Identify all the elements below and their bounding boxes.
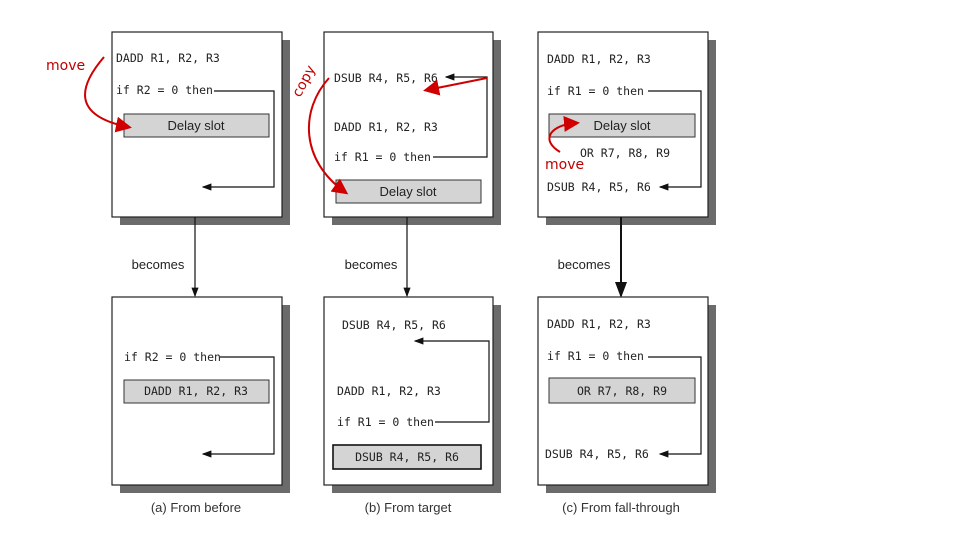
annotation-move: move: [545, 157, 584, 173]
delay-slot-label: Delay slot: [167, 118, 224, 133]
code-line: if R1 = 0 then: [547, 349, 644, 363]
delay-slot-label: DADD R1, R2, R3: [144, 384, 248, 398]
delay-slot-scheduling-diagram: DADD R1, R2, R3 if R2 = 0 then Delay slo…: [46, 31, 716, 515]
caption: (b) From target: [365, 500, 452, 515]
panel-c: DADD R1, R2, R3 if R1 = 0 then OR R7, R8…: [537, 31, 716, 515]
code-line: if R1 = 0 then: [337, 415, 434, 429]
delay-slot-label: Delay slot: [593, 118, 650, 133]
code-line: if R1 = 0 then: [334, 150, 431, 164]
code-line: DADD R1, R2, R3: [547, 52, 651, 66]
code-line: DADD R1, R2, R3: [116, 51, 220, 65]
delay-slot-label: OR R7, R8, R9: [577, 384, 667, 398]
code-line: OR R7, R8, R9: [580, 146, 670, 160]
code-line: DSUB R4, R5, R6: [545, 447, 649, 461]
code-line: if R1 = 0 then: [547, 84, 644, 98]
caption: (c) From fall-through: [562, 500, 680, 515]
code-line: DADD R1, R2, R3: [337, 384, 441, 398]
panel-a-bottom-box: if R2 = 0 then DADD R1, R2, R3: [111, 296, 290, 493]
code-line: DSUB R4, R5, R6: [342, 318, 446, 332]
code-line: DSUB R4, R5, R6: [334, 71, 438, 85]
code-line: DADD R1, R2, R3: [547, 317, 651, 331]
panel-c-bottom-box: DADD R1, R2, R3 if R1 = 0 then DSUB R4, …: [537, 296, 716, 493]
code-line: if R2 = 0 then: [124, 350, 221, 364]
caption: (a) From before: [151, 500, 241, 515]
panel-b: DSUB R4, R5, R6 DADD R1, R2, R3 if R1 = …: [289, 31, 501, 515]
delay-slot-label: DSUB R4, R5, R6: [355, 450, 459, 464]
code-line: if R2 = 0 then: [116, 83, 213, 97]
becomes-label: becomes: [558, 257, 611, 272]
panel-a-top-box: DADD R1, R2, R3 if R2 = 0 then Delay slo…: [111, 31, 290, 225]
delay-slot-label: Delay slot: [379, 184, 436, 199]
panel-a: DADD R1, R2, R3 if R2 = 0 then Delay slo…: [46, 31, 290, 515]
annotation-move: move: [46, 58, 85, 74]
panel-b-bottom-box: DSUB R4, R5, R6 DADD R1, R2, R3 if R1 = …: [323, 296, 501, 493]
becomes-label: becomes: [132, 257, 185, 272]
annotation-copy: copy: [289, 63, 319, 100]
becomes-label: becomes: [345, 257, 398, 272]
code-line: DSUB R4, R5, R6: [547, 180, 651, 194]
code-line: DADD R1, R2, R3: [334, 120, 438, 134]
panel-c-top-box: DADD R1, R2, R3 if R1 = 0 then OR R7, R8…: [537, 31, 716, 225]
panel-b-top-box: DSUB R4, R5, R6 DADD R1, R2, R3 if R1 = …: [323, 31, 501, 225]
